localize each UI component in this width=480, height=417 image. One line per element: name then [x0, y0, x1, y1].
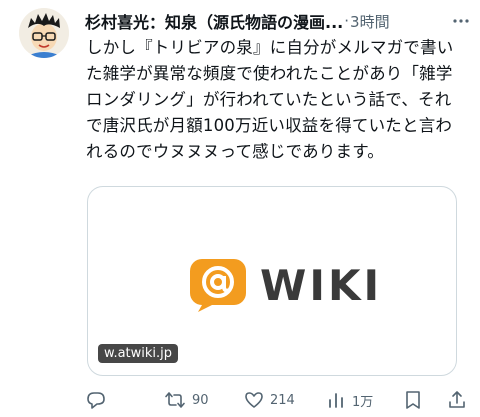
retweet-count: 90 [192, 392, 209, 408]
post-text: しかし『トリビアの泉』に自分がメルマガで書いた雑学が異常な頻度で使われたことがあ… [86, 38, 454, 161]
post-header: 杉村喜光：知泉（源氏物語の漫画... · 3時間 [85, 9, 473, 33]
share-icon [449, 391, 465, 408]
bookmark-icon [406, 391, 420, 409]
link-card[interactable]: WIKI w.atwiki.jp [87, 186, 457, 376]
views-icon [329, 393, 343, 408]
action-bar: 90 214 1万 [86, 390, 476, 412]
author-name[interactable]: 杉村喜光：知泉（源氏物語の漫画... [85, 9, 343, 33]
logo-text: WIKI [260, 260, 383, 310]
retweet-button[interactable]: 90 [164, 390, 209, 410]
post-time[interactable]: 3時間 [350, 11, 390, 32]
more-icon[interactable] [449, 9, 473, 33]
avatar-illustration [19, 8, 69, 58]
reply-button[interactable] [86, 390, 112, 410]
views-button[interactable]: 1万 [326, 390, 373, 410]
retweet-icon [165, 392, 185, 408]
separator-dot: · [344, 12, 350, 30]
reply-icon [87, 392, 105, 409]
like-icon [245, 392, 263, 408]
card-domain: w.atwiki.jp [98, 344, 179, 363]
atwiki-logo: WIKI [188, 257, 382, 313]
like-count: 214 [270, 392, 295, 408]
views-count: 1万 [352, 394, 374, 410]
share-button[interactable] [448, 390, 466, 410]
like-button[interactable]: 214 [244, 390, 295, 410]
bookmark-button[interactable] [404, 390, 422, 410]
author-avatar[interactable] [19, 8, 69, 58]
at-sign-icon [190, 259, 246, 312]
